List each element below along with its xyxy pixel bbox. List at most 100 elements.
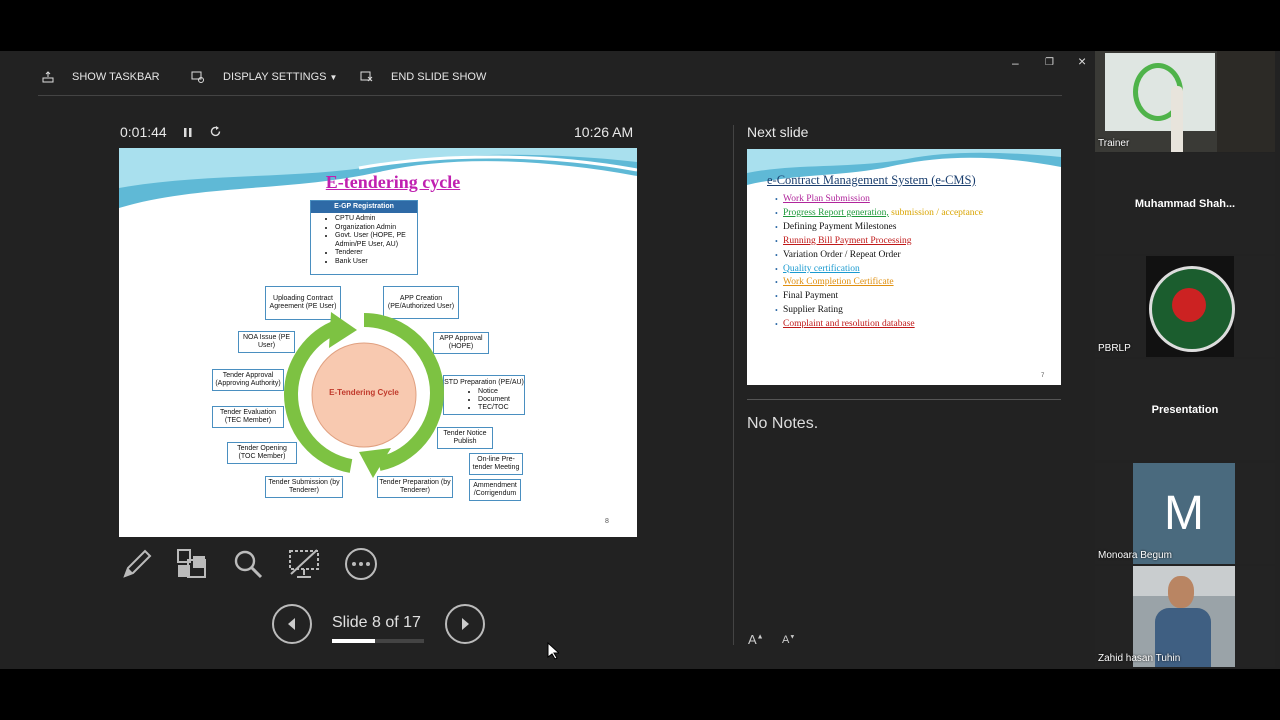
slide-page-number: 8 [605, 518, 609, 525]
font-increase-icon: A [748, 632, 757, 647]
restore-button[interactable]: ❐ [1045, 57, 1054, 68]
next-slide-label: Next slide [747, 124, 809, 140]
ecms-item-text: Defining Payment Milestones [783, 221, 897, 232]
slide-progress-track [332, 639, 424, 643]
slide-title: E-tendering cycle [325, 172, 461, 192]
chevron-down-icon: ▼ [329, 72, 338, 82]
egp-item: Govt. User (HOPE, PE Admin/PE User, AU) [335, 232, 417, 249]
ecms-list-item: Progress Report generation, submission /… [775, 207, 983, 221]
participant-name: PBRLP [1098, 343, 1131, 354]
egp-list: CPTU Admin Organization Admin Govt. User… [311, 215, 417, 267]
step-tender-eval: Tender Evaluation (TEC Member) [212, 406, 284, 428]
end-slide-show-label: END SLIDE SHOW [391, 71, 487, 83]
ecms-list-item: Variation Order / Repeat Order [775, 249, 983, 263]
next-slide-title: e-Contract Management System (e-CMS) [767, 173, 976, 187]
ecms-list-item: Quality certification [775, 263, 983, 277]
egp-item: Tenderer [335, 249, 417, 258]
step-tender-approval: Tender Approval (Approving Authority) [212, 369, 284, 391]
close-button[interactable]: × [1078, 53, 1086, 69]
next-slide-page-number: 7 [1041, 373, 1045, 379]
elapsed-timer: 0:01:44 [120, 124, 167, 140]
step-online-pre: On-line Pre-tender Meeting [469, 453, 523, 475]
pause-icon [184, 128, 192, 137]
next-slide-list: Work Plan Submission Progress Report gene… [775, 193, 983, 332]
person-head [1168, 576, 1194, 608]
ecms-item-extra: submission / acceptance [888, 207, 983, 218]
display-settings-icon [191, 71, 204, 83]
restart-icon [210, 126, 221, 137]
show-taskbar-button[interactable]: SHOW TASKBAR [42, 70, 160, 84]
egp-item: Organization Admin [335, 224, 417, 233]
participant-tile-trainer[interactable]: Trainer [1095, 51, 1275, 152]
ecms-item-text: Quality certification [783, 263, 860, 274]
notes-text: No Notes. [747, 415, 819, 432]
room-wall [1217, 51, 1275, 152]
ecms-list-item: Supplier Rating [775, 304, 983, 318]
slide-counter: Slide 8 of 17 [332, 614, 421, 631]
step-std-prep: STD Preparation (PE/AU) Notice Document … [443, 375, 525, 415]
egp-registration-box: E-GP Registration CPTU Admin Organizatio… [310, 200, 418, 275]
increase-font-button[interactable]: A▲ [748, 632, 764, 647]
std-prep-title: STD Preparation (PE/AU) [444, 378, 524, 386]
participant-tile-zahid[interactable]: Zahid hasan Tuhin [1095, 566, 1275, 667]
magnifier-icon [234, 550, 263, 579]
decrease-font-button[interactable]: A▼ [782, 634, 795, 646]
ecms-item-text: Running Bill Payment Processing [783, 235, 912, 246]
participant-tile-monoara[interactable]: M Monoara Begum [1095, 463, 1275, 564]
std-item: TEC/TOC [478, 404, 510, 412]
ecms-list-item: Work Completion Certificate [775, 276, 983, 290]
minimize-button[interactable]: – [1012, 56, 1019, 70]
next-arrow-icon [462, 618, 469, 630]
step-tender-sub: Tender Submission (by Tenderer) [265, 476, 343, 498]
next-slide-button[interactable] [445, 604, 485, 644]
egp-item: CPTU Admin [335, 215, 417, 224]
more-icon [345, 548, 377, 580]
prev-arrow-icon [288, 618, 295, 630]
pause-timer-button[interactable] [183, 126, 193, 144]
mouse-cursor-icon [547, 642, 559, 660]
end-slide-show-button[interactable]: END SLIDE SHOW [360, 70, 486, 84]
ecms-list-item: Defining Payment Milestones [775, 221, 983, 235]
ecms-item-text: Work Plan Submission [783, 194, 870, 204]
participant-tile-muhammad[interactable]: Muhammad Shah... [1095, 153, 1275, 254]
next-slide-preview[interactable]: e-Contract Management System (e-CMS) Wor… [747, 149, 1061, 385]
pane-divider [733, 125, 734, 645]
participant-name: Presentation [1151, 403, 1219, 416]
toolbar-divider [38, 95, 1062, 96]
taskbar-icon [42, 71, 54, 83]
display-settings-label: DISPLAY SETTINGS [223, 71, 327, 83]
avatar: M [1133, 463, 1235, 564]
ecms-item-text: Final Payment [783, 291, 839, 302]
notes-divider [747, 399, 1061, 400]
participant-tile-presentation[interactable]: Presentation [1095, 359, 1275, 460]
more-options-button[interactable] [344, 547, 378, 581]
participant-name: Trainer [1098, 138, 1130, 149]
slide-progress-fill [332, 639, 376, 643]
previous-slide-button[interactable] [272, 604, 312, 644]
step-ammendment: Ammendment /Corrigendum [469, 479, 521, 501]
pen-icon [123, 549, 152, 578]
end-show-icon [360, 71, 373, 82]
current-time: 10:26 AM [574, 124, 634, 140]
egp-header: E-GP Registration [311, 201, 417, 213]
display-settings-button[interactable]: DISPLAY SETTINGS ▼ [191, 70, 337, 84]
participant-tile-pbrlp[interactable]: PBRLP [1095, 256, 1275, 357]
participant-name: Zahid hasan Tuhin [1098, 653, 1181, 664]
ecms-item-text: Complaint and resolution database [783, 319, 915, 330]
restart-timer-button[interactable] [209, 125, 222, 143]
show-taskbar-label: SHOW TASKBAR [72, 71, 160, 83]
pbrlp-logo-emblem [1172, 288, 1206, 322]
step-tender-prep: Tender Preparation (by Tenderer) [377, 476, 453, 498]
egp-item: Bank User [335, 258, 417, 267]
black-screen-button[interactable] [287, 547, 321, 581]
std-item: Document [478, 396, 510, 404]
zoom-button[interactable] [231, 547, 265, 581]
grid-icon [177, 549, 206, 578]
ecms-list-item: Running Bill Payment Processing [775, 235, 983, 249]
ecms-item-text: Supplier Rating [783, 305, 843, 316]
participant-name: Monoara Begum [1098, 550, 1172, 561]
see-all-slides-button[interactable] [175, 547, 209, 581]
current-slide: E-tendering cycle E-GP Registration CPTU… [119, 148, 637, 537]
participant-name: Muhammad Shah... [1134, 197, 1236, 210]
pen-tool-button[interactable] [120, 547, 154, 581]
